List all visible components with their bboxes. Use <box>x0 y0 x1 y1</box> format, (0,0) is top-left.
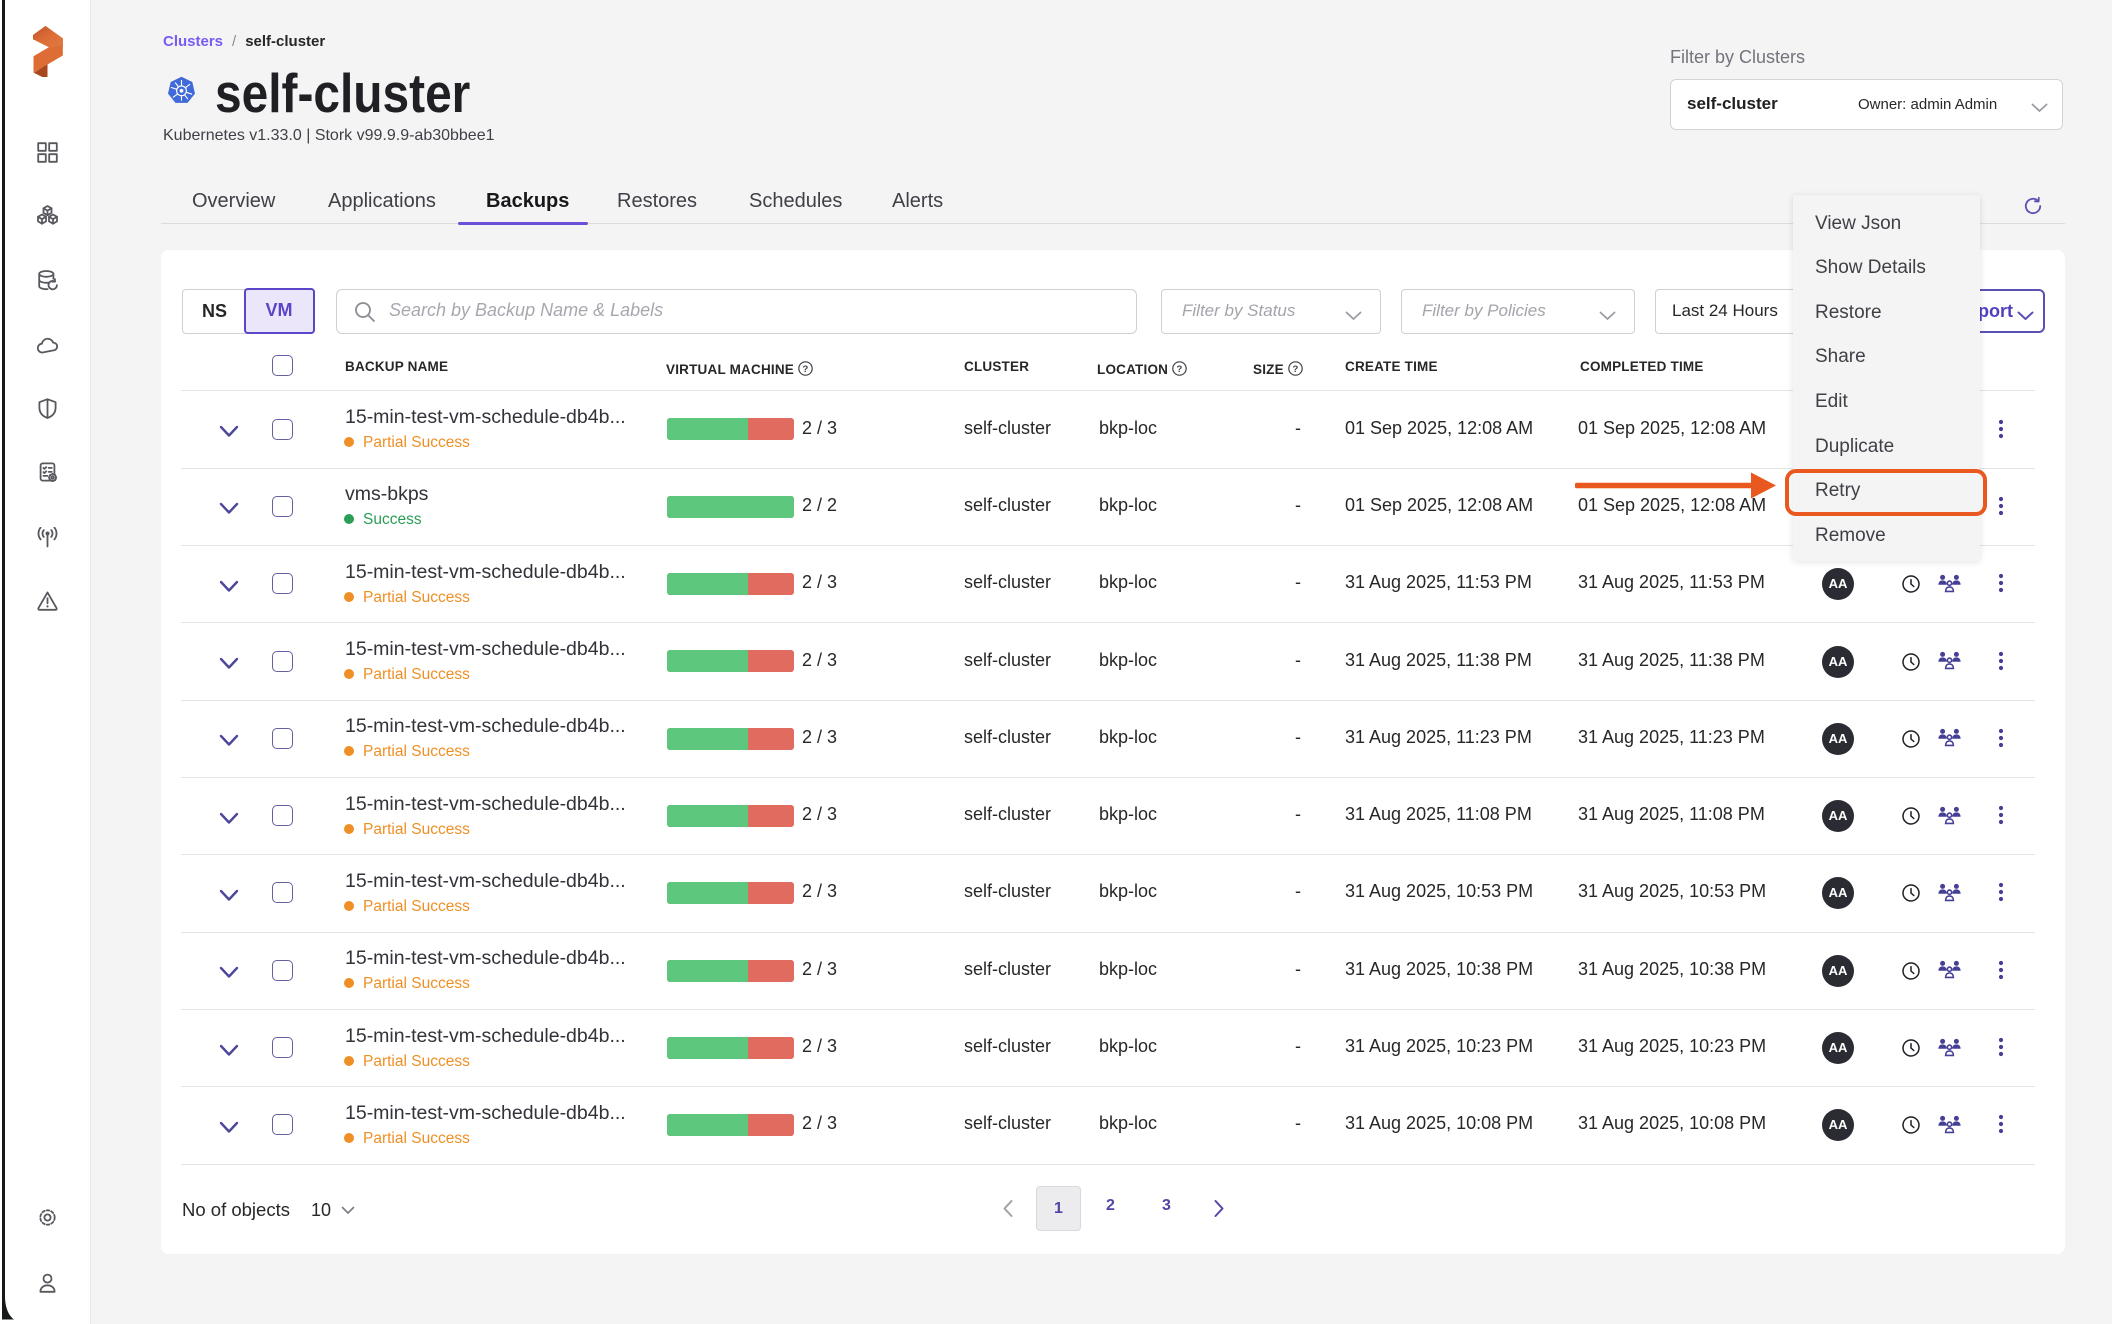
svg-text:?: ? <box>1292 364 1298 375</box>
svg-text:?: ? <box>802 364 808 375</box>
svg-text:?: ? <box>1177 364 1183 375</box>
